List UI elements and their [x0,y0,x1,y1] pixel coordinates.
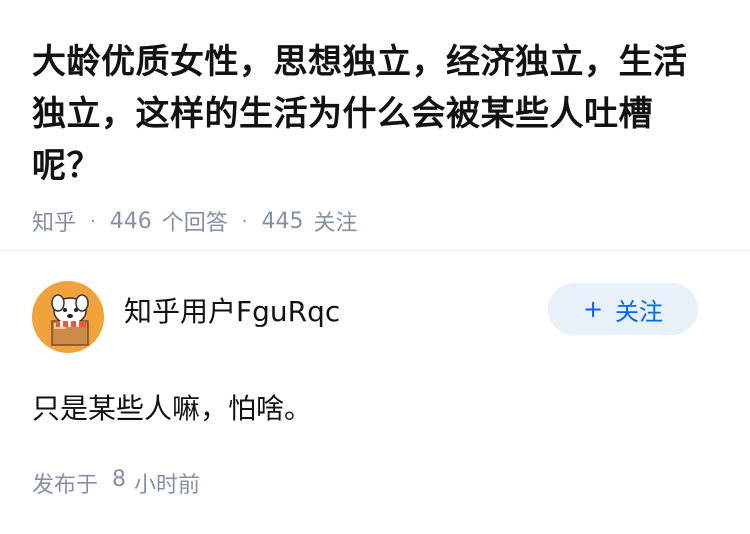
avatar-illustration [32,281,104,353]
question-title[interactable]: 大龄优质女性，思想独立，经济独立，生活独立，这样的生活为什么会被某些人吐槽呢？ [32,36,718,192]
source-label[interactable]: 知乎 [32,205,76,237]
question-header: 大龄优质女性，思想独立，经济独立，生活独立，这样的生活为什么会被某些人吐槽呢？ … [0,0,750,236]
question-meta: 知乎 · 446 个回答 · 445 关注 [32,205,718,237]
plus-icon: + [582,295,604,323]
time-prefix: 发布于 [32,473,99,498]
time-unit: 小时前 [134,473,201,498]
meta-separator: · [241,210,248,232]
answer-count-label: 个回答 [161,211,228,236]
time-value: 8 [112,467,127,492]
follow-button-label: 关注 [615,297,664,326]
author-row: 知乎用户FguRqc + 关注 [32,281,718,353]
follow-button[interactable]: + 关注 [548,283,698,335]
answer-time: 发布于 8 小时前 [32,467,718,499]
answer-card: 知乎用户FguRqc + 关注 只是某些人嘛，怕啥。 发布于 8 小时前 [0,251,750,499]
author-name[interactable]: 知乎用户FguRqc [124,290,548,330]
meta-separator: · [90,210,96,232]
answer-count: 446 [109,208,152,234]
dog-avatar-icon[interactable] [32,281,104,353]
answer-content[interactable]: 只是某些人嘛，怕啥。 [32,389,718,429]
follower-count-label: 关注 [313,211,358,236]
follower-count: 445 [261,208,304,234]
